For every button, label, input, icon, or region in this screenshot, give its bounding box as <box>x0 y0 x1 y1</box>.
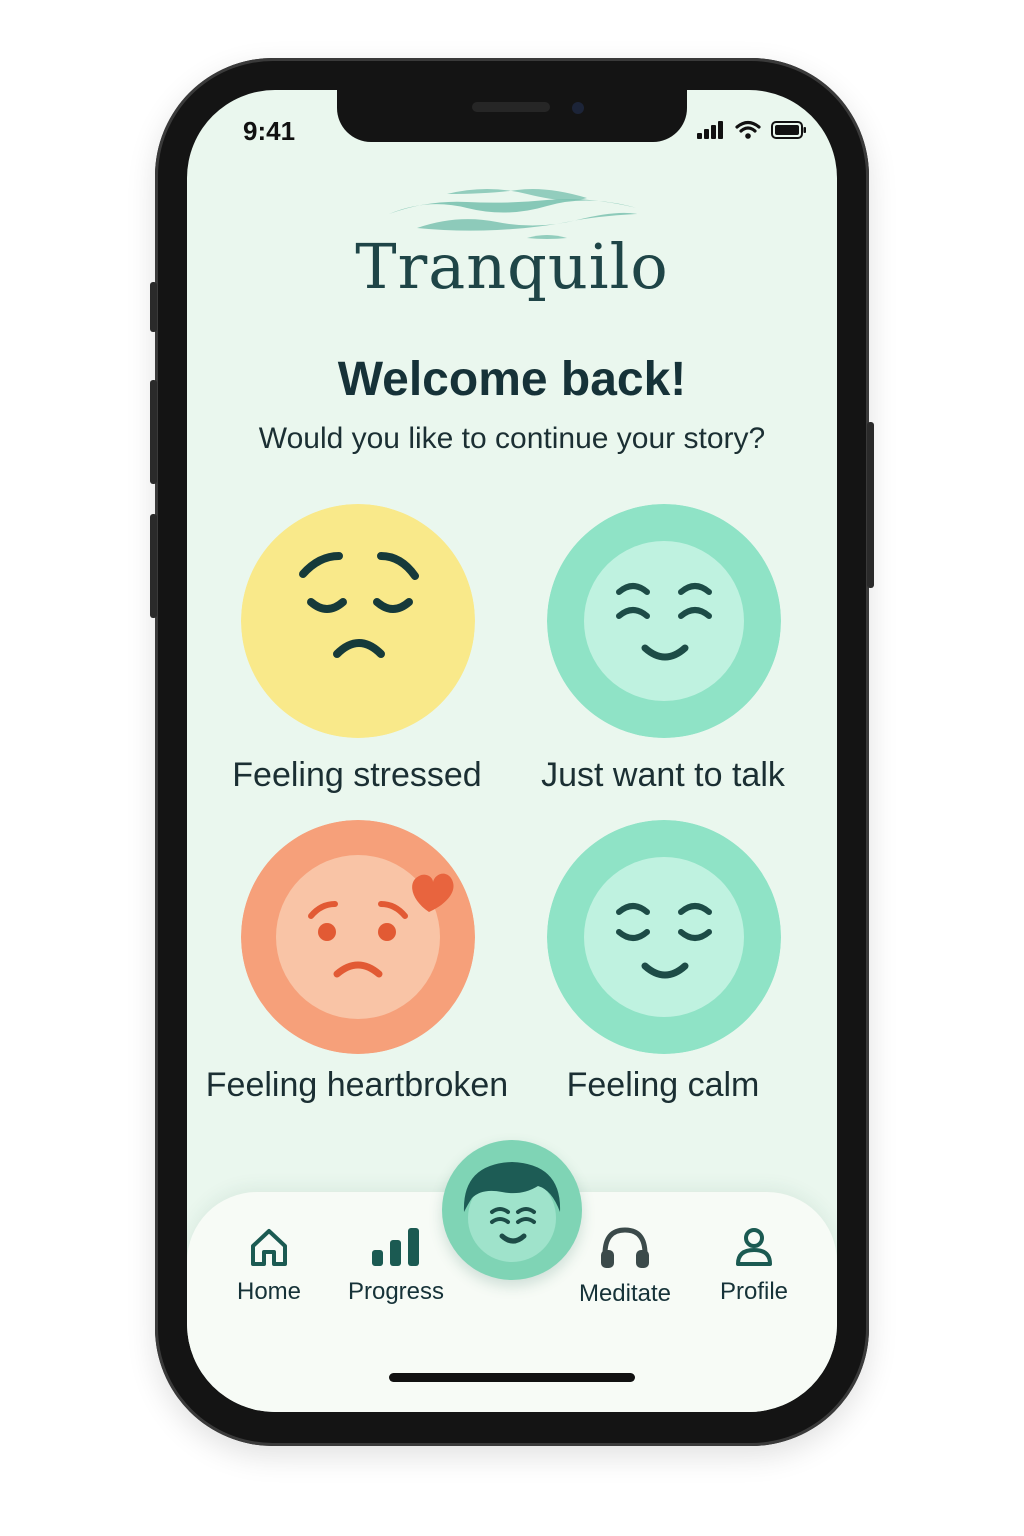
tab-label: Profile <box>719 1278 789 1305</box>
status-icons <box>697 120 807 140</box>
headphones-icon <box>601 1227 649 1268</box>
smiling-face-icon <box>547 504 781 738</box>
mood-label: Just want to talk <box>541 756 785 794</box>
welcome-subtitle: Would you like to continue your story? <box>258 422 766 455</box>
bar-chart-icon <box>372 1228 419 1266</box>
app-logo-text: Tranquilo <box>355 230 669 303</box>
volume-down-button <box>150 514 157 618</box>
tab-home[interactable]: Home <box>204 1226 334 1306</box>
companion-avatar-button[interactable] <box>442 1140 582 1280</box>
signal-icon <box>697 121 723 139</box>
person-icon <box>736 1228 772 1266</box>
tab-label: Progress <box>347 1278 445 1305</box>
avatar-face-icon <box>463 1162 561 1262</box>
app-screen: 9:41 Tranquilo Welcome back! Would you l… <box>187 90 837 1412</box>
mute-switch <box>150 282 157 332</box>
battery-icon <box>771 121 806 139</box>
sad-face-heart-icon <box>241 820 475 1054</box>
mood-label: Feeling heartbroken <box>205 1066 509 1104</box>
home-indicator[interactable] <box>389 1373 635 1382</box>
home-icon <box>251 1229 287 1266</box>
speaker <box>472 102 550 112</box>
calm-face-icon <box>547 820 781 1054</box>
mood-label: Feeling calm <box>566 1066 760 1104</box>
status-time: 9:41 <box>243 116 296 146</box>
wifi-icon <box>735 120 761 139</box>
worried-face-icon <box>241 504 475 738</box>
volume-up-button <box>150 380 157 484</box>
notch <box>337 90 687 142</box>
tab-label: Meditate <box>578 1280 672 1307</box>
mood-label: Feeling stressed <box>232 756 482 794</box>
welcome-title: Welcome back! <box>337 353 687 406</box>
tab-label: Home <box>236 1278 302 1305</box>
front-camera <box>572 102 584 114</box>
tab-profile[interactable]: Profile <box>689 1226 819 1306</box>
power-button <box>867 422 874 588</box>
